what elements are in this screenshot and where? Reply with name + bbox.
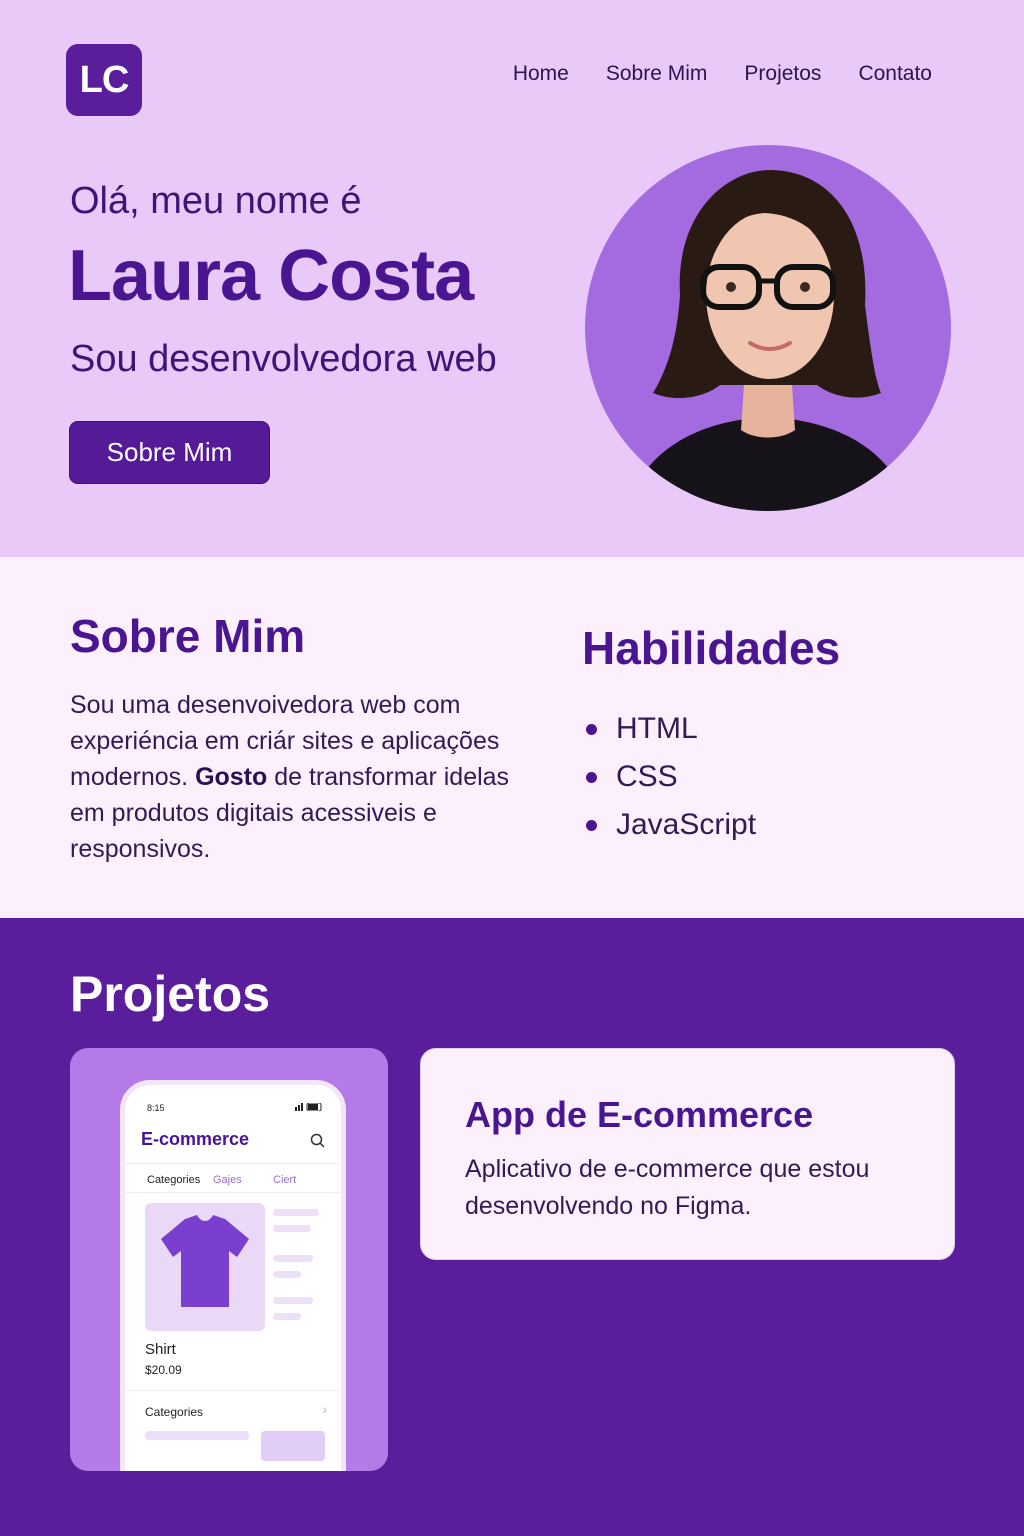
phone-mockup: 8:15 E-commerce Categories Gajes Ciert S… bbox=[120, 1080, 346, 1471]
bullet-icon bbox=[586, 723, 597, 735]
logo[interactable]: LC bbox=[66, 44, 142, 116]
skill-item: HTML bbox=[586, 705, 756, 753]
placeholder-line bbox=[273, 1255, 313, 1262]
nav-projetos[interactable]: Projetos bbox=[744, 62, 821, 86]
product-image bbox=[145, 1203, 265, 1331]
placeholder-line bbox=[273, 1209, 319, 1216]
about-section: Sobre Mim Sou uma desenvoivedora web com… bbox=[0, 557, 1024, 918]
mockup-tabs: Categories Gajes Ciert bbox=[125, 1163, 341, 1193]
projects-title: Projetos bbox=[70, 966, 271, 1022]
categories-label: Categories bbox=[145, 1405, 204, 1419]
search-icon bbox=[310, 1133, 325, 1148]
placeholder-line bbox=[273, 1225, 311, 1232]
placeholder-line bbox=[273, 1313, 301, 1320]
skill-label: HTML bbox=[616, 712, 698, 745]
bullet-icon bbox=[586, 819, 597, 831]
mockup-tab: Gajes bbox=[213, 1174, 242, 1186]
mockup-tab: Ciert bbox=[273, 1174, 297, 1186]
about-title: Sobre Mim bbox=[70, 610, 306, 662]
nav-sobre-mim[interactable]: Sobre Mim bbox=[606, 62, 708, 86]
battery-icon bbox=[295, 1103, 322, 1111]
skills-list: HTML CSS JavaScript bbox=[586, 705, 756, 849]
main-nav: Home Sobre Mim Projetos Contato bbox=[476, 62, 932, 86]
profile-photo bbox=[585, 145, 951, 511]
hero-section: LC Home Sobre Mim Projetos Contato Olá, … bbox=[0, 0, 1024, 557]
skills-title: Habilidades bbox=[582, 622, 841, 674]
skill-item: JavaScript bbox=[586, 801, 756, 849]
project-thumbnail[interactable]: 8:15 E-commerce Categories Gajes Ciert S… bbox=[70, 1048, 388, 1471]
chevron-right-icon: › bbox=[322, 1401, 327, 1417]
skill-label: CSS bbox=[616, 760, 678, 793]
mockup-brand: E-commerce bbox=[141, 1129, 250, 1149]
placeholder-line bbox=[273, 1297, 313, 1304]
product-price: $20.09 bbox=[145, 1363, 182, 1377]
phone-time: 8:15 bbox=[147, 1103, 165, 1113]
sobre-mim-button[interactable]: Sobre Mim bbox=[69, 421, 270, 484]
hero-greeting: Olá, meu nome é bbox=[70, 180, 362, 222]
project-title: App de E-commerce bbox=[465, 1094, 814, 1135]
hero-name: Laura Costa bbox=[68, 236, 474, 316]
about-text: Sou uma desenvoivedora web com experiénc… bbox=[70, 687, 510, 867]
hero-tagline: Sou desenvolvedora web bbox=[70, 338, 497, 380]
product-name: Shirt bbox=[145, 1341, 176, 1358]
placeholder-thumb bbox=[261, 1431, 325, 1461]
skill-item: CSS bbox=[586, 753, 756, 801]
about-text-bold: Gosto bbox=[195, 763, 268, 791]
skill-label: JavaScript bbox=[616, 808, 757, 841]
shirt-icon bbox=[161, 1215, 249, 1307]
mockup-tab: Categories bbox=[147, 1174, 201, 1186]
mockup-categories: Categories › bbox=[125, 1390, 341, 1461]
placeholder-line bbox=[145, 1431, 249, 1440]
placeholder-line bbox=[273, 1271, 301, 1278]
project-card[interactable]: App de E-commerce Aplicativo de e-commer… bbox=[420, 1048, 955, 1260]
bullet-icon bbox=[586, 771, 597, 783]
nav-contato[interactable]: Contato bbox=[858, 62, 932, 86]
nav-home[interactable]: Home bbox=[513, 62, 569, 86]
project-description: Aplicativo de e-commerce que estou desen… bbox=[465, 1155, 870, 1220]
portrait-illustration bbox=[625, 170, 911, 511]
